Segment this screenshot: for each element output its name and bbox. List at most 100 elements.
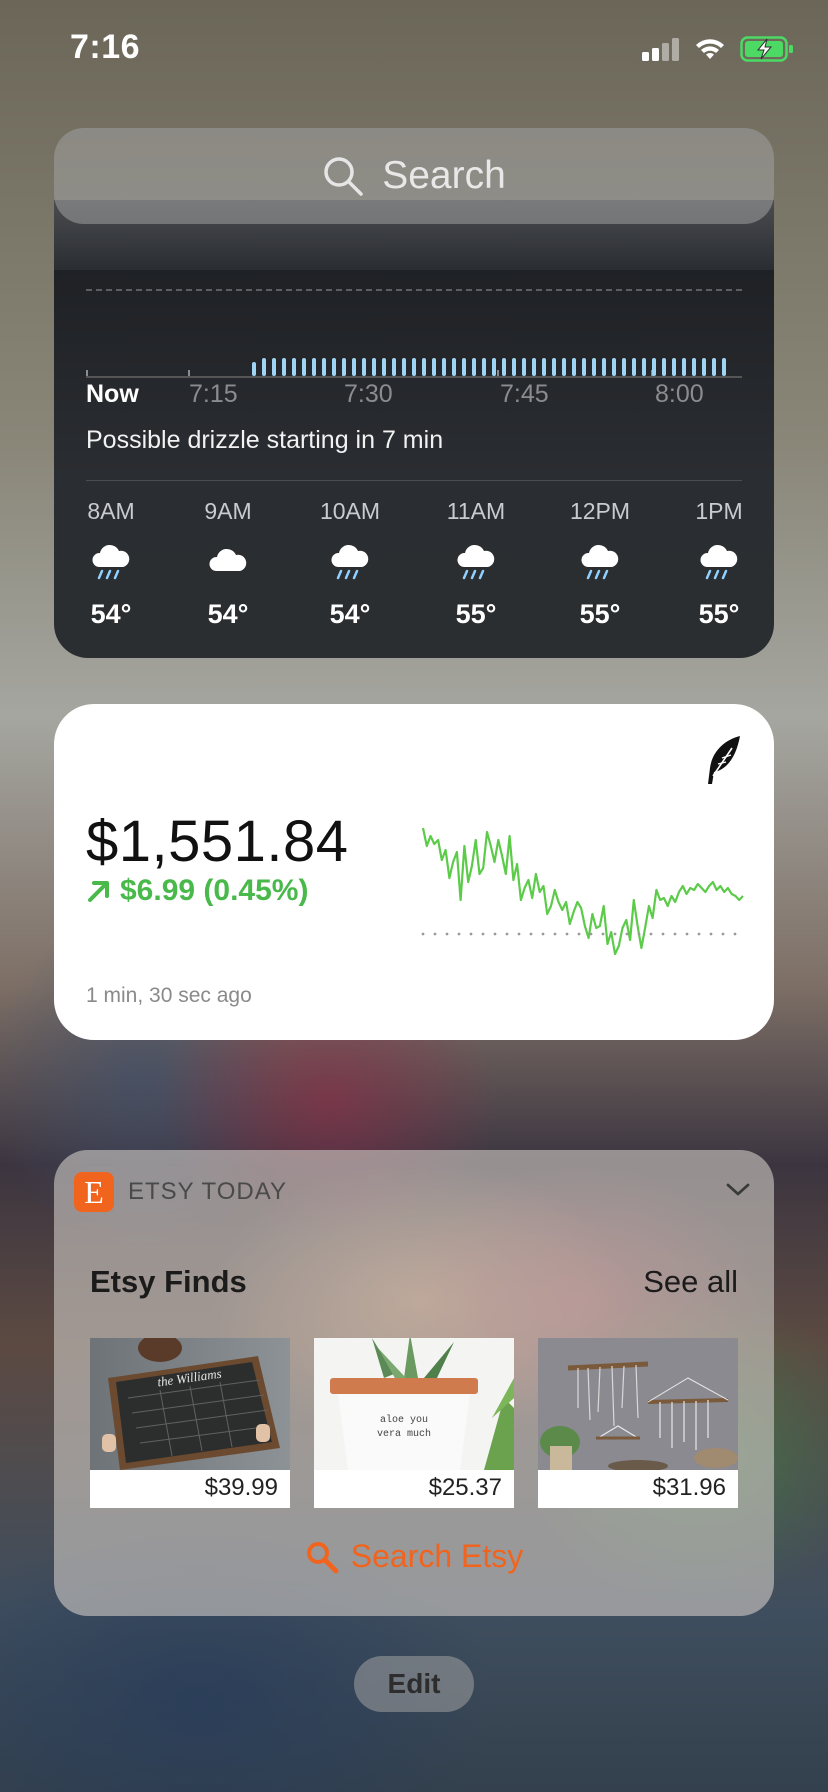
- precipitation-bar: [342, 358, 346, 376]
- hourly-forecast-8am: 8AM 54°: [66, 498, 156, 630]
- precipitation-bar: [332, 358, 336, 376]
- weather-widget[interactable]: Now 7:15 7:30 7:45 8:00 Possible drizzle…: [54, 200, 774, 658]
- precipitation-bar: [492, 358, 496, 376]
- precipitation-bar: [482, 358, 486, 376]
- sparkline-baseline-dot: [505, 932, 509, 936]
- precipitation-bar: [672, 358, 676, 376]
- precipitation-bar: [292, 358, 296, 376]
- hour-temp: 55°: [579, 599, 621, 629]
- precipitation-bar: [362, 358, 366, 376]
- sparkline-baseline-dot: [577, 932, 581, 936]
- product-image-text: vera much: [377, 1428, 431, 1440]
- hour-label: 9AM: [204, 498, 252, 524]
- product-card[interactable]: aloe you vera much $25.37: [314, 1338, 514, 1508]
- widget-app-name: ETSY TODAY: [128, 1178, 287, 1205]
- precipitation-bar: [522, 358, 526, 376]
- precipitation-bar: [472, 358, 476, 376]
- precipitation-bar: [322, 358, 326, 376]
- precipitation-bar: [722, 358, 726, 376]
- battery-charging-icon: [740, 36, 793, 62]
- product-price: $31.96: [652, 1474, 726, 1501]
- hourly-forecast-10am: 10AM 54°: [305, 498, 395, 630]
- search-etsy-button[interactable]: Search Etsy: [54, 1538, 774, 1575]
- hour-temp: 55°: [455, 599, 497, 629]
- last-updated: 1 min, 30 sec ago: [86, 984, 252, 1007]
- precipitation-bar: [402, 358, 406, 376]
- etsy-logo-icon: E: [74, 1172, 114, 1212]
- precipitation-bar: [352, 358, 356, 376]
- sparkline-baseline-dot: [421, 932, 425, 936]
- portfolio-sparkline: [421, 827, 744, 956]
- precipitation-bar: [622, 358, 626, 376]
- precipitation-bar: [312, 358, 316, 376]
- precipitation-bar: [462, 358, 466, 376]
- sparkline-baseline-dot: [445, 932, 449, 936]
- section-title: Etsy Finds: [90, 1264, 247, 1299]
- sparkline-baseline-dot: [517, 932, 521, 936]
- stock-widget[interactable]: $1,551.84 $6.99 (0.45%) 1 min, 30 sec ag…: [54, 704, 774, 1040]
- precipitation-bar: [372, 358, 376, 376]
- precipitation-bar: [652, 358, 656, 376]
- precipitation-bar: [682, 358, 686, 376]
- sparkline-baseline-dot: [565, 932, 569, 936]
- hour-temp: 55°: [698, 599, 740, 629]
- precipitation-bar: [442, 358, 446, 376]
- sparkline-baseline-dot: [529, 932, 533, 936]
- sparkline-baseline-dot: [649, 932, 653, 936]
- search-placeholder: Search: [382, 154, 506, 197]
- rain-cloud-icon: [457, 544, 495, 580]
- product-card[interactable]: $31.96: [538, 1338, 738, 1508]
- product-image-aloe-pot: aloe you vera much: [314, 1338, 514, 1470]
- sparkline-baseline-dot: [541, 932, 545, 936]
- portfolio-change-text: $6.99 (0.45%): [120, 874, 309, 907]
- sparkline-baseline-dot: [709, 932, 713, 936]
- etsy-widget[interactable]: E ETSY TODAY Etsy Finds See all the Will…: [54, 1150, 774, 1616]
- sparkline-baseline-dot: [469, 932, 473, 936]
- product-price: $25.37: [428, 1474, 502, 1501]
- chevron-down-icon[interactable]: [726, 1182, 750, 1198]
- precipitation-bar: [702, 358, 706, 376]
- see-all-link[interactable]: See all: [643, 1264, 738, 1300]
- hour-temp: 54°: [90, 599, 132, 629]
- timeline-label-745: 7:45: [500, 380, 549, 408]
- precipitation-bar: [712, 358, 716, 376]
- cellular-signal-icon: [642, 38, 679, 61]
- hour-label: 12PM: [569, 498, 631, 524]
- wifi-icon: [696, 39, 724, 59]
- sparkline-baseline-dot: [685, 932, 689, 936]
- timeline-label-715: 7:15: [189, 380, 238, 408]
- precipitation-bar: [302, 358, 306, 376]
- sparkline-baseline-dot: [589, 932, 593, 936]
- search-icon: [324, 157, 363, 196]
- product-image-chalkboard-calendar: the Williams: [90, 1338, 290, 1470]
- portfolio-value: $1,551.84: [86, 809, 349, 874]
- precipitation-bar: [552, 358, 556, 376]
- precipitation-bar: [282, 358, 286, 376]
- sparkline-baseline-dot: [433, 932, 437, 936]
- precipitation-bar: [602, 358, 606, 376]
- timeline-label-730: 7:30: [344, 380, 393, 408]
- precipitation-bar: [392, 358, 396, 376]
- portfolio-change: $6.99 (0.45%): [86, 874, 308, 908]
- hour-label: 11AM: [446, 498, 506, 524]
- precipitation-summary: Possible drizzle starting in 7 min: [86, 426, 444, 454]
- sparkline-baseline-dot: [673, 932, 677, 936]
- precipitation-bar: [272, 358, 276, 376]
- precipitation-bar: [612, 358, 616, 376]
- search-icon: [306, 1541, 339, 1573]
- timeline-axis: [86, 376, 742, 378]
- edit-button[interactable]: Edit: [354, 1656, 474, 1712]
- status-time: 7:16: [70, 28, 141, 66]
- precipitation-bars: [86, 358, 726, 378]
- rain-cloud-icon: [331, 544, 369, 580]
- sparkline-baseline-dot: [637, 932, 641, 936]
- product-card[interactable]: the Williams $39.99: [90, 1338, 290, 1508]
- precipitation-bar: [382, 358, 386, 376]
- precipitation-bar: [562, 358, 566, 376]
- sparkline-baseline-dot: [625, 932, 629, 936]
- sparkline-baseline-dot: [493, 932, 497, 936]
- precipitation-bar: [532, 358, 536, 376]
- search-etsy-label: Search Etsy: [350, 1538, 524, 1574]
- hour-label: 1PM: [695, 498, 743, 524]
- search-bar[interactable]: Search: [54, 128, 774, 224]
